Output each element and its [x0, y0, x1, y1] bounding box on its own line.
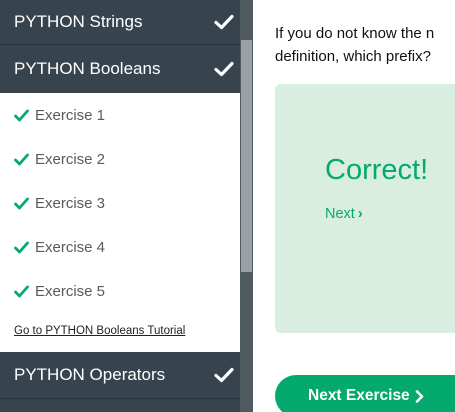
question-text: If you do not know the n definition, whi…: [275, 22, 455, 68]
section-python-booleans[interactable]: PYTHON Booleans: [0, 45, 240, 93]
check-icon: [14, 153, 29, 165]
section-label: PYTHON Strings: [14, 12, 143, 31]
section-python-strings[interactable]: PYTHON Strings: [0, 0, 240, 44]
exercise-label: Exercise 5: [35, 282, 106, 300]
exercise-item-4[interactable]: Exercise 4: [0, 225, 240, 269]
chevron-right-icon: [415, 389, 423, 403]
check-icon: [214, 14, 234, 30]
exercise-label: Exercise 4: [35, 238, 106, 256]
check-icon: [14, 109, 29, 121]
next-exercise-button[interactable]: Next Exercise: [275, 375, 455, 412]
next-link[interactable]: Next ›: [325, 206, 363, 222]
next-exercise-label: Next Exercise: [308, 387, 410, 404]
exercise-item-3[interactable]: Exercise 3: [0, 181, 240, 225]
section-label: PYTHON Booleans: [14, 59, 161, 78]
check-icon: [214, 367, 234, 383]
check-icon: [214, 61, 234, 77]
check-icon: [14, 197, 29, 209]
exercise-item-2[interactable]: Exercise 2: [0, 137, 240, 181]
section-label: PYTHON Operators: [14, 365, 166, 384]
section-next-partial[interactable]: [0, 399, 240, 412]
exercise-item-5[interactable]: Exercise 5: [0, 269, 240, 313]
question-line: definition, which prefix?: [275, 48, 431, 65]
result-panel: Correct! Next ›: [275, 84, 455, 333]
question-line: If you do not know the n: [275, 25, 435, 42]
check-icon: [14, 241, 29, 253]
exercise-item-1[interactable]: Exercise 1: [0, 93, 240, 137]
exercise-label: Exercise 3: [35, 194, 106, 212]
main-content: If you do not know the n definition, whi…: [253, 0, 455, 412]
scrollbar-thumb[interactable]: [241, 40, 252, 272]
section-python-operators[interactable]: PYTHON Operators: [0, 352, 240, 398]
result-title: Correct!: [325, 154, 429, 186]
check-icon: [14, 285, 29, 297]
sidebar: PYTHON Strings PYTHON Booleans Exercise …: [0, 0, 240, 412]
exercise-label: Exercise 1: [35, 106, 106, 124]
exercise-label: Exercise 2: [35, 150, 106, 168]
next-link-label: Next: [325, 206, 355, 222]
tutorial-link[interactable]: Go to PYTHON Booleans Tutorial: [14, 325, 185, 337]
chevron-right-icon: ›: [357, 206, 363, 222]
